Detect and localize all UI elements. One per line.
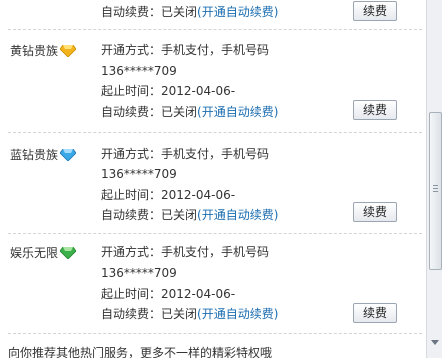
scrollbar-grip: [433, 188, 438, 189]
phone-number: 136*****709: [101, 167, 177, 181]
method-value: 手机支付，手机号码: [161, 43, 270, 57]
green-diamond-icon: [60, 246, 77, 259]
service-name: 蓝钻贵族: [10, 148, 59, 162]
period-line: 起止时间：2012-04-06-: [101, 286, 235, 302]
service-label-green: 娱乐无限: [10, 244, 77, 261]
auto-renew-status: 已关闭: [161, 208, 198, 222]
window-edge: [442, 0, 446, 358]
period-line: 起止时间：2012-04-06-: [101, 187, 235, 203]
divider: [8, 233, 422, 234]
service-name: 黄钻贵族: [10, 44, 59, 58]
method-line: 开通方式：手机支付，手机号码: [101, 42, 269, 58]
service-label-yellow: 黄钻贵族: [10, 42, 77, 59]
enable-auto-renew-link[interactable]: (开通自动续费): [197, 307, 278, 321]
scrollbar-thumb[interactable]: [429, 112, 442, 270]
auto-renew-label: 自动续费：: [101, 208, 162, 222]
method-label: 开通方式：: [101, 147, 162, 161]
method-label: 开通方式：: [101, 245, 162, 259]
phone-number: 136*****709: [101, 266, 177, 280]
period-value: 2012-04-06-: [161, 188, 236, 202]
auto-renew-status: 已关闭: [161, 105, 198, 119]
scroll-down-arrow-icon[interactable]: [431, 340, 439, 345]
period-line: 起止时间：2012-04-06-: [101, 83, 235, 99]
auto-renew-line: 自动续费：已关闭(开通自动续费): [101, 104, 278, 120]
scrollbar-grip: [433, 185, 438, 186]
yellow-diamond-icon: [60, 44, 77, 57]
renew-button[interactable]: 续费: [353, 303, 397, 323]
method-line: 开通方式：手机支付，手机号码: [101, 146, 269, 162]
scrollbar-grip: [433, 191, 438, 192]
service-list: 自动续费：已关闭(开通自动续费) 续费 黄钻贵族 开通方式：手机支付，手机号码 …: [0, 0, 426, 358]
renew-button[interactable]: 续费: [353, 202, 397, 222]
method-line: 开通方式：手机支付，手机号码: [101, 244, 269, 260]
period-label: 起止时间：: [101, 84, 162, 98]
enable-auto-renew-link[interactable]: (开通自动续费): [197, 105, 278, 119]
period-value: 2012-04-06-: [161, 287, 236, 301]
service-label-blue: 蓝钻贵族: [10, 146, 77, 163]
recommendation-text: 向你推荐其他热门服务，更多不一样的精彩特权哦: [8, 346, 273, 358]
service-name: 娱乐无限: [10, 246, 59, 260]
method-value: 手机支付，手机号码: [161, 147, 270, 161]
auto-renew-label: 自动续费：: [101, 105, 162, 119]
divider: [8, 132, 422, 133]
auto-renew-line: 自动续费：已关闭(开通自动续费): [101, 207, 278, 223]
auto-renew-status: 已关闭: [161, 5, 198, 19]
auto-renew-label: 自动续费：: [101, 307, 162, 321]
renew-button[interactable]: 续费: [353, 1, 397, 21]
period-label: 起止时间：: [101, 188, 162, 202]
period-label: 起止时间：: [101, 287, 162, 301]
renew-button[interactable]: 续费: [353, 100, 397, 120]
period-value: 2012-04-06-: [161, 84, 236, 98]
auto-renew-line: 自动续费：已关闭(开通自动续费): [101, 4, 278, 20]
method-value: 手机支付，手机号码: [161, 245, 270, 259]
divider: [8, 333, 422, 334]
divider: [8, 29, 422, 30]
auto-renew-label: 自动续费：: [101, 5, 162, 19]
blue-diamond-icon: [60, 148, 77, 161]
phone-number: 136*****709: [101, 64, 177, 78]
vertical-scrollbar[interactable]: [426, 0, 443, 358]
method-label: 开通方式：: [101, 43, 162, 57]
enable-auto-renew-link[interactable]: (开通自动续费): [197, 208, 278, 222]
enable-auto-renew-link[interactable]: (开通自动续费): [197, 5, 278, 19]
auto-renew-status: 已关闭: [161, 307, 198, 321]
auto-renew-line: 自动续费：已关闭(开通自动续费): [101, 306, 278, 322]
